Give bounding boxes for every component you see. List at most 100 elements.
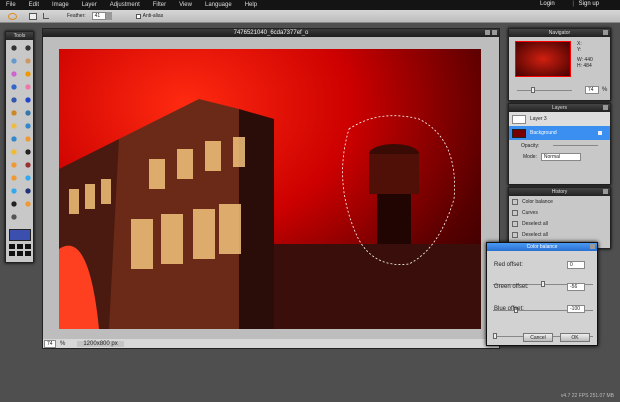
antialias-label: Anti-alias xyxy=(142,13,164,19)
document-window: 7476521040_6cda7377ef_o 74 % 1200x800 px xyxy=(42,28,500,349)
signup-link[interactable]: Sign up xyxy=(579,1,599,7)
color-replace-tool-icon[interactable] xyxy=(23,108,33,118)
lock-icon[interactable] xyxy=(598,131,602,135)
menu-file[interactable]: File xyxy=(6,2,16,8)
menu-adjustment[interactable]: Adjustment xyxy=(110,2,140,8)
menu-bar: File Edit Image Layer Adjustment Filter … xyxy=(0,0,620,10)
green-offset-input[interactable]: -56 xyxy=(567,283,585,291)
blend-mode-select[interactable]: Normal xyxy=(540,152,581,161)
menu-image[interactable]: Image xyxy=(52,2,69,8)
red-offset-input[interactable]: 0 xyxy=(567,261,585,269)
drawing-tool-icon[interactable] xyxy=(9,121,19,131)
lasso-tool-icon[interactable] xyxy=(23,56,33,66)
opacity-slider[interactable] xyxy=(553,145,598,146)
color-balance-title: Color balance xyxy=(487,243,597,251)
layer-item-selected[interactable]: Background xyxy=(509,126,610,140)
photo-graphic xyxy=(59,99,481,329)
navigator-zoom-unit: % xyxy=(602,87,608,93)
crop-tool-icon[interactable] xyxy=(9,43,19,53)
brush-tool-icon[interactable] xyxy=(9,82,19,92)
blur-tool-icon[interactable] xyxy=(23,121,33,131)
layer-thumbnail xyxy=(512,114,526,124)
history-title: History xyxy=(509,188,610,196)
zoom-tool-icon[interactable] xyxy=(9,212,19,222)
collapse-icon[interactable] xyxy=(603,30,608,35)
menu-language[interactable]: Language xyxy=(205,2,232,8)
navigator-thumbnail[interactable] xyxy=(515,41,571,77)
layer-name: Layer 3 xyxy=(530,116,547,122)
smudge-tool-icon[interactable] xyxy=(23,134,33,144)
menu-filter[interactable]: Filter xyxy=(153,2,166,8)
history-item[interactable]: Color balance xyxy=(509,196,610,207)
pencil-tool-icon[interactable] xyxy=(23,69,33,79)
spot-heal-tool-icon[interactable] xyxy=(9,173,19,183)
feather-dropdown-icon[interactable] xyxy=(105,12,112,20)
dodge-tool-icon[interactable] xyxy=(23,147,33,157)
eraser-tool-icon[interactable] xyxy=(23,82,33,92)
menu-view[interactable]: View xyxy=(179,2,192,8)
layers-panel: Layers Layer 3 Background Opacity: Mode:… xyxy=(508,103,611,185)
document-title-bar: 7476521040_6cda7377ef_o xyxy=(43,29,499,37)
type-tool-icon[interactable] xyxy=(9,199,19,209)
zoom-unit: % xyxy=(60,340,66,347)
move-tool-icon[interactable] xyxy=(23,43,33,53)
close-icon[interactable] xyxy=(492,30,497,35)
history-panel: History Color balance Curves Deselect al… xyxy=(508,187,611,249)
hand-tool-icon[interactable] xyxy=(23,199,33,209)
tools-panel: Tools xyxy=(5,31,34,263)
document-title: 7476521040_6cda7377ef_o xyxy=(233,30,309,36)
view-mode-buttons[interactable] xyxy=(9,244,31,256)
sponge-tool-icon[interactable] xyxy=(9,147,19,157)
menu-edit[interactable]: Edit xyxy=(29,2,39,8)
burn-tool-icon[interactable] xyxy=(9,160,19,170)
layer-name: Background xyxy=(530,130,557,136)
ok-button[interactable]: OK xyxy=(560,333,590,342)
blue-offset-input[interactable]: -100 xyxy=(567,305,585,313)
cancel-button[interactable]: Cancel xyxy=(523,333,553,342)
collapse-icon[interactable] xyxy=(603,105,608,110)
navigator-zoom-slider[interactable] xyxy=(517,87,572,93)
red-eye-tool-icon[interactable] xyxy=(23,160,33,170)
login-link[interactable]: Login xyxy=(540,1,555,7)
antialias-checkbox[interactable] xyxy=(135,13,141,19)
selection-mode-icon[interactable] xyxy=(29,12,37,20)
color-balance-dialog: Color balance Red offset: 0 Green offset… xyxy=(486,242,598,346)
layers-title: Layers xyxy=(509,104,610,112)
polygon-lasso-icon[interactable] xyxy=(43,13,49,19)
color-picker-tool-icon[interactable] xyxy=(23,186,33,196)
marquee-tool-icon[interactable] xyxy=(9,56,19,66)
layer-thumbnail xyxy=(512,128,526,138)
maximize-icon[interactable] xyxy=(485,30,490,35)
gradient-tool-icon[interactable] xyxy=(23,95,33,105)
layer-item[interactable]: Layer 3 xyxy=(509,112,610,126)
tool-grid xyxy=(6,40,33,225)
menu-layer[interactable]: Layer xyxy=(82,2,97,8)
history-item[interactable]: Deselect all xyxy=(509,218,610,229)
feather-input[interactable]: 41 xyxy=(91,12,106,20)
tools-title: Tools xyxy=(6,32,33,40)
blue-offset-label: Blue offset: xyxy=(494,306,524,312)
navigator-readout: X: Y: W: 440 H: 484 xyxy=(577,41,593,69)
bloat-tool-icon[interactable] xyxy=(23,173,33,183)
performance-readout: v4.7 22 FPS 251.07 MB xyxy=(560,393,614,399)
history-item[interactable]: Curves xyxy=(509,207,610,218)
bucket-tool-icon[interactable] xyxy=(9,95,19,105)
zoom-input[interactable]: 74 xyxy=(44,339,56,348)
pinch-tool-icon[interactable] xyxy=(9,186,19,196)
auth-separator: | xyxy=(572,1,574,7)
feather-label: Feather: xyxy=(67,13,86,19)
lasso-icon[interactable] xyxy=(8,12,17,20)
wand-tool-icon[interactable] xyxy=(9,69,19,79)
clone-tool-icon[interactable] xyxy=(9,108,19,118)
primary-color-swatch[interactable] xyxy=(9,229,31,241)
history-item[interactable]: Deselect all xyxy=(509,229,610,240)
canvas-image[interactable] xyxy=(59,49,481,329)
close-icon[interactable] xyxy=(590,244,595,249)
image-size: 1200x800 px xyxy=(77,340,124,347)
sharpen-tool-icon[interactable] xyxy=(9,134,19,144)
menu-help[interactable]: Help xyxy=(245,2,257,8)
collapse-icon[interactable] xyxy=(603,189,608,194)
document-status-bar: 74 % 1200x800 px xyxy=(43,339,499,348)
navigator-zoom-input[interactable]: 74 xyxy=(585,86,599,94)
opacity-label: Opacity: xyxy=(521,142,540,149)
